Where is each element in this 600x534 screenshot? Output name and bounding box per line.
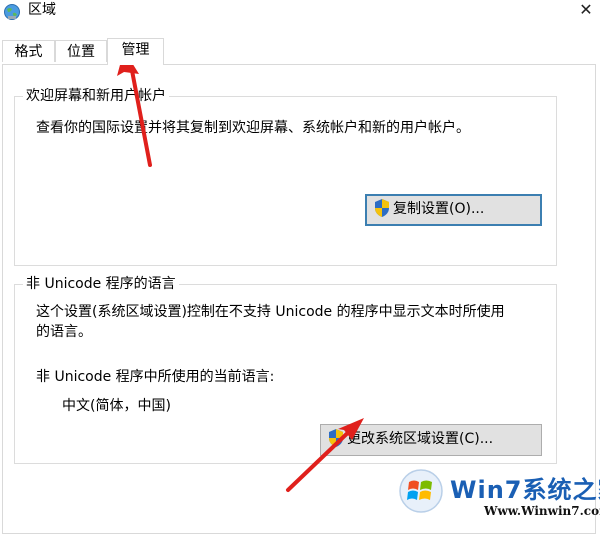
close-icon[interactable]: ✕: [572, 0, 600, 24]
watermark: Win7系统之家 Www.Winwin7.com: [398, 462, 600, 522]
current-language-value: 中文(简体，中国): [62, 398, 171, 414]
welcome-group-title: 欢迎屏幕和新用户帐户: [23, 87, 169, 105]
uac-shield-icon: [329, 429, 343, 447]
globe-icon: [4, 4, 20, 20]
windows-logo-icon: [399, 469, 443, 513]
non-unicode-group-title: 非 Unicode 程序的语言: [23, 275, 179, 293]
copy-settings-label: 复制设置(O)...: [393, 201, 485, 217]
title-bar: 区域 ✕: [0, 0, 600, 32]
watermark-url: Www.Winwin7.com: [484, 504, 600, 518]
tab-location[interactable]: 位置: [55, 40, 107, 62]
uac-shield-icon: [375, 199, 389, 217]
non-unicode-description-line2: 的语言。: [36, 324, 92, 340]
watermark-brand: Win7系统之家: [450, 476, 600, 504]
change-system-locale-button[interactable]: 更改系统区域设置(C)...: [320, 424, 542, 456]
tab-administrative[interactable]: 管理: [107, 38, 164, 65]
copy-settings-button[interactable]: 复制设置(O)...: [365, 194, 542, 226]
non-unicode-description-line1: 这个设置(系统区域设置)控制在不支持 Unicode 的程序中显示文本时所使用: [36, 304, 505, 320]
tab-format[interactable]: 格式: [2, 40, 55, 62]
current-language-label: 非 Unicode 程序中所使用的当前语言:: [36, 369, 275, 385]
welcome-description: 查看你的国际设置并将其复制到欢迎屏幕、系统帐户和新的用户帐户。: [36, 120, 470, 136]
change-system-locale-label: 更改系统区域设置(C)...: [347, 431, 494, 447]
tab-strip: 格式 位置 管理: [0, 38, 600, 65]
window-title: 区域: [28, 2, 56, 18]
